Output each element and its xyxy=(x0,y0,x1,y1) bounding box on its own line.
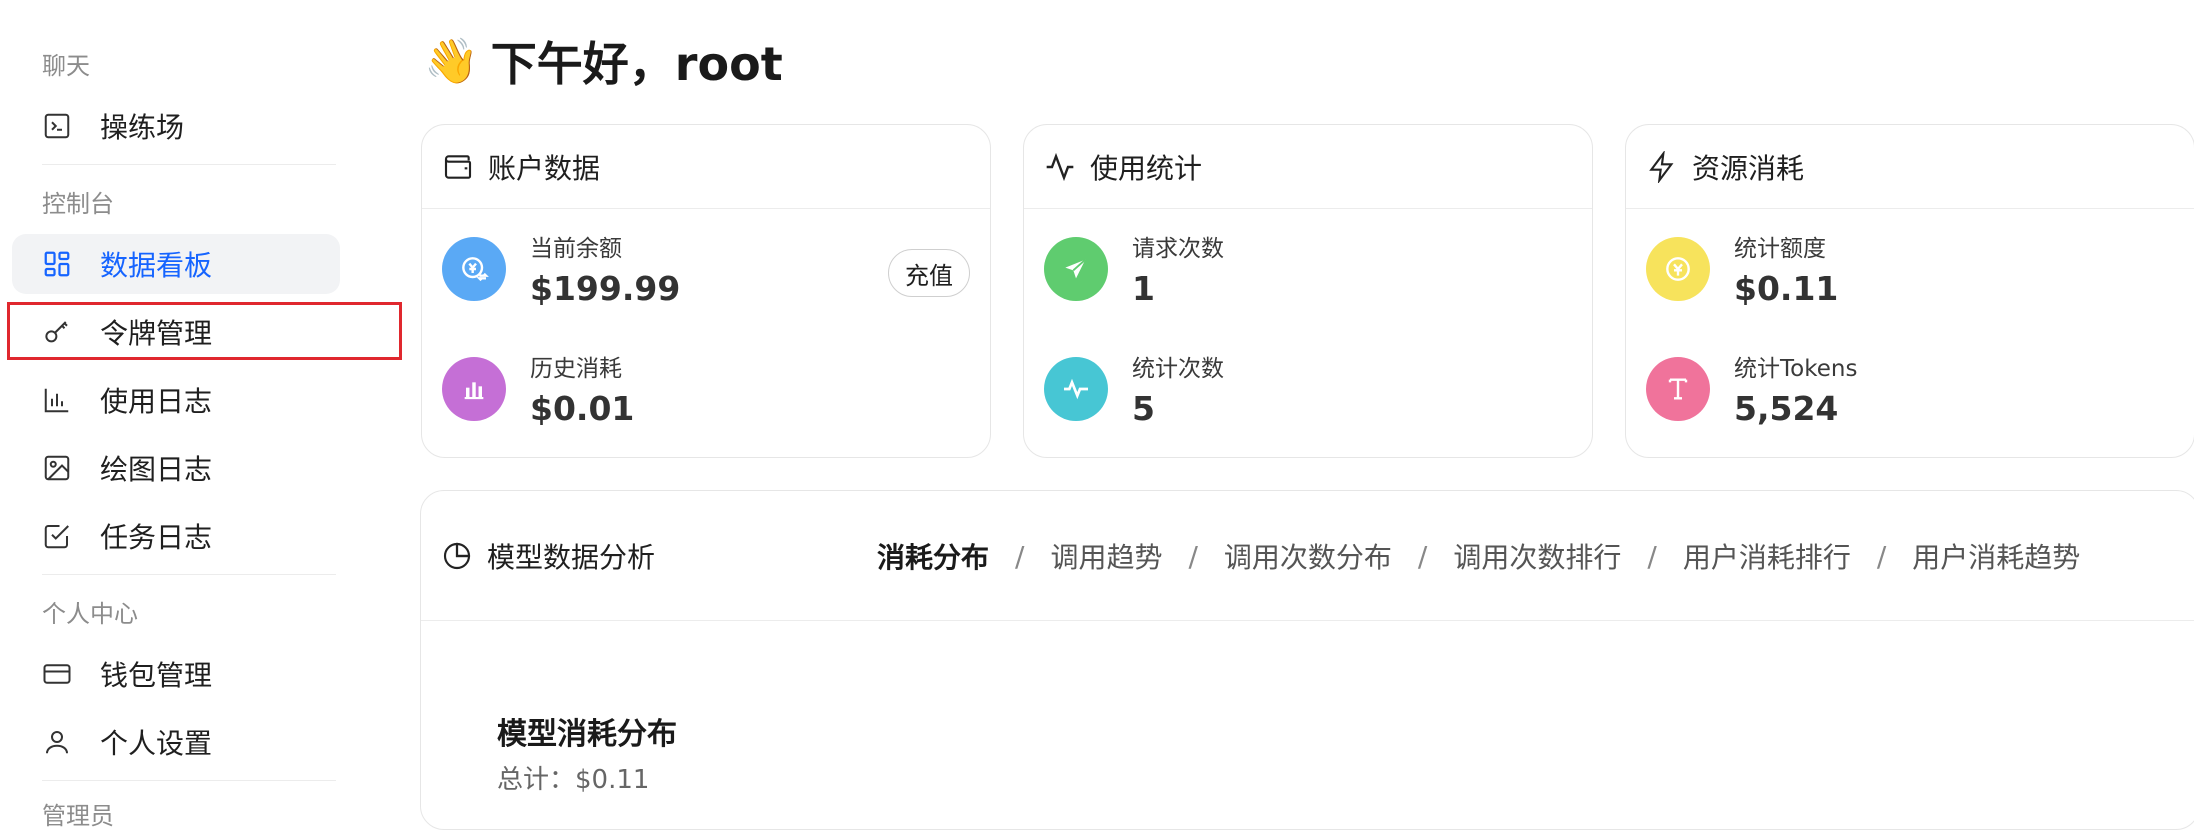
recharge-button[interactable]: 充值 xyxy=(888,249,970,297)
section-label-personal: 个人中心 xyxy=(42,600,138,628)
sidebar-item-label: 钱包管理 xyxy=(100,659,213,692)
section-label-console: 控制台 xyxy=(42,190,114,218)
history-label: 历史消耗 xyxy=(530,356,622,382)
requests-label: 请求次数 xyxy=(1132,236,1224,262)
section-label-admin: 管理员 xyxy=(42,802,114,830)
sidebar-item-dashboard[interactable]: 数据看板 xyxy=(12,234,340,294)
divider xyxy=(42,164,336,165)
pulse-icon xyxy=(1044,356,1108,421)
tab-user-consumption-ranking[interactable]: 用户消耗排行 xyxy=(1683,536,1851,576)
page-title: 👋 下午好，root xyxy=(424,28,783,94)
usage-stats-card: 使用统计 请求次数 1 统计次数 5 xyxy=(1023,124,1593,458)
sidebar: 聊天 操练场 控制台 数据看板 令牌管理 使用日志 绘图日志 任务日志 个人中心… xyxy=(0,0,420,830)
history-value: $0.01 xyxy=(530,389,635,428)
card-header: 账户数据 xyxy=(422,125,990,209)
tab-separator: / xyxy=(1188,539,1198,573)
sidebar-item-usage-log[interactable]: 使用日志 xyxy=(12,370,340,430)
bar-chart-icon xyxy=(442,356,506,421)
tab-separator: / xyxy=(1647,539,1657,573)
divider xyxy=(42,574,336,575)
analysis-title: 模型数据分析 xyxy=(441,536,655,576)
tab-call-trend[interactable]: 调用趋势 xyxy=(1050,536,1162,576)
model-analysis-panel: 模型数据分析 消耗分布 / 调用趋势 / 调用次数分布 / 调用次数排行 / 用… xyxy=(420,490,2194,830)
balance-label: 当前余额 xyxy=(530,236,622,262)
sidebar-item-label: 使用日志 xyxy=(100,385,213,418)
tab-call-count-ranking[interactable]: 调用次数排行 xyxy=(1453,536,1621,576)
requests-value: 1 xyxy=(1132,269,1155,308)
sidebar-item-label: 数据看板 xyxy=(100,249,213,282)
balance-value: $199.99 xyxy=(530,269,681,308)
chart-title: 模型消耗分布 xyxy=(497,717,677,752)
sidebar-item-personal-settings[interactable]: 个人设置 xyxy=(12,712,340,772)
card-title: 资源消耗 xyxy=(1692,151,1805,185)
resource-consumption-card: 资源消耗 统计额度 $0.11 统计Tokens 5,524 xyxy=(1625,124,2194,458)
pulse-icon xyxy=(1046,152,1074,181)
image-icon xyxy=(42,453,72,483)
sidebar-item-label: 任务日志 xyxy=(100,521,213,554)
pie-chart-icon xyxy=(443,542,471,569)
sidebar-item-drawing-log[interactable]: 绘图日志 xyxy=(12,438,340,498)
tokens-stat: 统计Tokens 5,524 xyxy=(1646,349,1857,428)
tab-consumption-distribution[interactable]: 消耗分布 xyxy=(877,536,989,576)
tab-call-count-distribution[interactable]: 调用次数分布 xyxy=(1224,536,1392,576)
stat-count-label: 统计次数 xyxy=(1132,356,1224,382)
stat-count-value: 5 xyxy=(1132,389,1155,428)
tab-separator: / xyxy=(1417,539,1428,573)
wallet-icon xyxy=(444,154,472,179)
waving-hand-icon: 👋 xyxy=(424,36,479,87)
sidebar-item-label: 绘图日志 xyxy=(100,453,213,486)
key-icon xyxy=(42,317,72,347)
tokens-label: 统计Tokens xyxy=(1734,356,1858,382)
card-title: 账户数据 xyxy=(488,151,601,185)
sidebar-item-label: 操练场 xyxy=(100,111,185,144)
section-label-chat: 聊天 xyxy=(42,52,90,80)
tab-separator: / xyxy=(1015,539,1025,573)
sidebar-item-label: 个人设置 xyxy=(100,727,213,760)
requests-stat: 请求次数 1 xyxy=(1044,229,1224,308)
sidebar-item-label: 令牌管理 xyxy=(100,317,213,350)
history-consumption-stat: 历史消耗 $0.01 xyxy=(442,349,634,428)
dashboard-icon xyxy=(42,249,72,279)
send-icon xyxy=(1044,236,1108,301)
stat-count-stat: 统计次数 5 xyxy=(1044,349,1224,428)
sidebar-item-task-log[interactable]: 任务日志 xyxy=(12,506,340,566)
chart-total: 总计：$0.11 xyxy=(497,765,650,795)
text-icon xyxy=(1646,356,1710,421)
terminal-icon xyxy=(42,111,72,141)
card-header: 资源消耗 xyxy=(1626,125,2194,209)
divider xyxy=(42,780,336,781)
sidebar-item-wallet[interactable]: 钱包管理 xyxy=(12,644,340,704)
quota-value: $0.11 xyxy=(1734,269,1839,308)
quota-label: 统计额度 xyxy=(1734,236,1826,262)
tokens-value: 5,524 xyxy=(1734,389,1839,428)
bar-chart-icon xyxy=(42,385,72,415)
quota-stat: 统计额度 $0.11 xyxy=(1646,229,1838,308)
balance-stat: 当前余额 $199.99 xyxy=(442,229,680,308)
yuan-coin-icon xyxy=(1646,236,1710,301)
analysis-tabs: 消耗分布 / 调用趋势 / 调用次数分布 / 调用次数排行 / 用户消耗排行 /… xyxy=(877,491,2080,621)
yuan-exchange-icon xyxy=(442,236,506,301)
greeting-text: 下午好，root xyxy=(490,37,783,91)
user-icon xyxy=(42,727,72,757)
analysis-header: 模型数据分析 消耗分布 / 调用趋势 / 调用次数分布 / 调用次数排行 / 用… xyxy=(421,491,2194,621)
lightning-icon xyxy=(1649,150,1674,183)
credit-card-icon xyxy=(42,659,72,689)
card-header: 使用统计 xyxy=(1024,125,1592,209)
tab-separator: / xyxy=(1876,539,1887,573)
sidebar-item-tokens[interactable]: 令牌管理 xyxy=(12,302,340,362)
account-data-card: 账户数据 当前余额 $199.99 充值 历史消耗 $0.01 xyxy=(421,124,991,458)
tab-user-consumption-trend[interactable]: 用户消耗趋势 xyxy=(1912,536,2080,576)
card-title: 使用统计 xyxy=(1090,151,1203,185)
sidebar-item-playground[interactable]: 操练场 xyxy=(12,96,340,156)
checkbox-icon xyxy=(42,521,72,551)
